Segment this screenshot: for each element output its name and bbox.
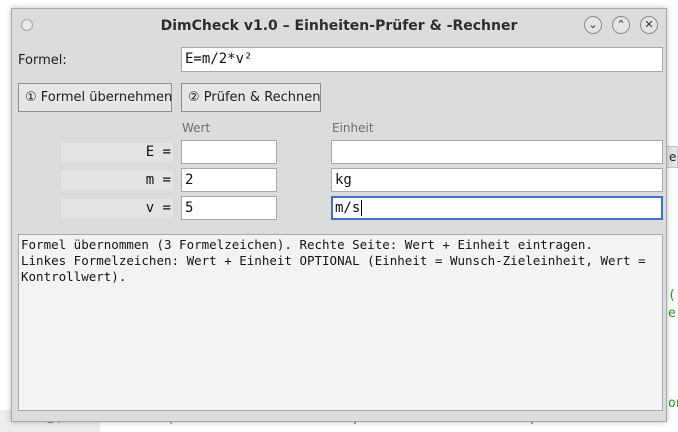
value-column-header: Wert [182, 121, 211, 135]
editor-side-fragment: on [668, 396, 678, 411]
value-input-v[interactable]: 5 [181, 196, 277, 220]
unit-input-v-text: m/s [335, 200, 361, 216]
formula-input[interactable]: E=m/2*v² [181, 47, 663, 72]
value-input-m[interactable]: 2 [181, 168, 277, 192]
variable-label-v: v = [61, 199, 173, 218]
value-input-e[interactable] [181, 140, 277, 164]
maximize-button[interactable]: ⌃ [612, 16, 630, 34]
variable-label-m: m = [61, 171, 173, 190]
editor-side-fragment: ( [668, 288, 676, 303]
dimcheck-window: DimCheck v1.0 – Einheiten-Prüfer & -Rech… [11, 8, 667, 422]
minimize-button[interactable]: ⌄ [584, 16, 602, 34]
apply-formula-button[interactable]: ① Formel übernehmen [18, 83, 172, 112]
formula-label: Formel: [18, 53, 67, 68]
title-bar[interactable]: DimCheck v1.0 – Einheiten-Prüfer & -Rech… [12, 9, 666, 43]
variable-label-e: E = [61, 143, 173, 162]
unit-input-v[interactable]: m/s [331, 196, 663, 220]
unit-column-header: Einheit [332, 121, 374, 135]
text-caret [361, 200, 363, 216]
close-button[interactable]: ✕ [640, 16, 658, 34]
window-title: DimCheck v1.0 – Einheiten-Prüfer & -Rech… [160, 18, 518, 34]
check-compute-button[interactable]: ② Prüfen & Rechnen [181, 83, 321, 112]
unit-input-e[interactable] [331, 140, 663, 164]
editor-side-fragment: e [668, 306, 676, 321]
unit-input-m[interactable]: kg [331, 168, 663, 192]
output-log[interactable]: Formel übernommen (3 Formelzeichen). Rec… [18, 234, 663, 411]
